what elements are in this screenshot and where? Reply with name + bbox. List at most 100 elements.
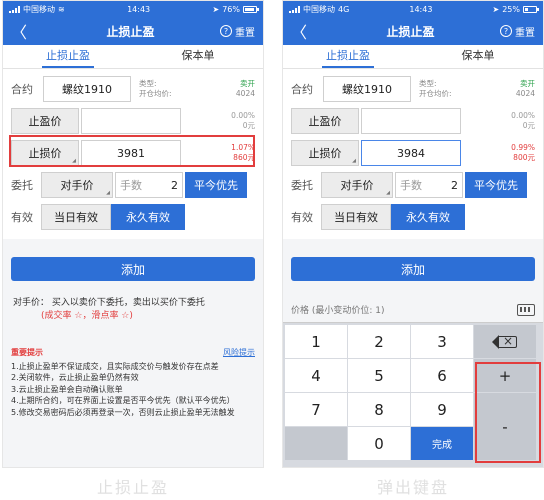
- network-type: 4G: [338, 4, 350, 14]
- backspace-icon: [492, 334, 517, 349]
- delete-key[interactable]: [474, 325, 536, 358]
- status-bar: 中国移动 ≋ 14:43 ➤ 76%: [3, 1, 263, 17]
- take-profit-input[interactable]: [81, 108, 181, 134]
- quantity-input[interactable]: 手数 2: [115, 172, 183, 198]
- reset-button[interactable]: ? 重置: [499, 24, 535, 39]
- take-profit-button[interactable]: 止盈价: [291, 108, 359, 134]
- tab-breakeven-order[interactable]: 保本单: [413, 45, 543, 68]
- tip-item: 2.关闭软件，云止损止盈单仍然有效: [11, 373, 139, 382]
- risk-link[interactable]: 风险提示: [223, 347, 255, 359]
- contract-row: 合约 螺纹1910 类型: 开仓均价: 卖开 4024: [11, 73, 255, 105]
- take-profit-amount: 0元: [522, 121, 535, 130]
- tip-item: 1.止损止盈单不保证成交，且实际成交价与触发价存在点差: [11, 361, 219, 371]
- nav-bar: 〈 止损止盈 ? 重置: [283, 17, 543, 45]
- contract-meta: 类型: 开仓均价: 卖开 4024: [131, 79, 255, 99]
- type-value: 卖开: [240, 79, 255, 88]
- back-button[interactable]: 〈: [291, 19, 321, 43]
- tab-stop-loss-take-profit[interactable]: 止损止盈: [3, 45, 133, 68]
- left-caption: 止损止盈: [96, 478, 169, 497]
- type-label: 类型:: [139, 79, 157, 88]
- stop-loss-highlight: [9, 135, 255, 167]
- battery-percent: 76%: [222, 4, 240, 14]
- take-profit-pct: 0.00%: [511, 111, 535, 120]
- right-caption: 弹出键盘: [376, 478, 449, 497]
- keyboard-hint: 价格 (最小变动价位: 1): [291, 306, 385, 316]
- validity-row: 有效 当日有效 永久有效: [11, 201, 255, 233]
- add-button[interactable]: 添加: [291, 257, 535, 281]
- status-bar: 中国移动 4G 14:43 ➤ 25%: [283, 1, 543, 17]
- key-blank: [285, 427, 347, 460]
- battery-percent: 25%: [502, 4, 520, 14]
- stop-loss-row: 止损价 ◢ 3984 0.99% 800元: [291, 137, 535, 169]
- valid-forever-button[interactable]: 永久有效: [111, 204, 185, 230]
- back-button[interactable]: 〈: [11, 19, 41, 43]
- add-button[interactable]: 添加: [11, 257, 255, 281]
- key-1[interactable]: 1: [285, 325, 347, 358]
- close-today-first-button[interactable]: 平今优先: [465, 172, 527, 198]
- quantity-value: 2: [451, 178, 458, 192]
- take-profit-amount: 0元: [242, 121, 255, 130]
- take-profit-input[interactable]: [361, 108, 461, 134]
- stop-loss-amount: 800元: [513, 153, 535, 162]
- valid-forever-button[interactable]: 永久有效: [391, 204, 465, 230]
- left-phone: 中国移动 ≋ 14:43 ➤ 76% 〈 止损止盈 ? 重置 止损止盈 保本单 …: [2, 0, 264, 468]
- carrier: 中国移动: [23, 4, 55, 14]
- right-phone: 中国移动 4G 14:43 ➤ 25% 〈 止损止盈 ? 重置 止损止盈 保本单: [282, 0, 544, 468]
- validity-label: 有效: [11, 211, 33, 224]
- note-line-1: 对手价： 买入以卖价下委托，卖出以买价下委托: [13, 298, 205, 308]
- note-line-2: (成交率 ☆，滑点率 ☆): [41, 311, 133, 321]
- carrier: 中国移动: [303, 4, 335, 14]
- order-form: 合约 螺纹1910 类型: 开仓均价: 卖开 4024 止盈价 0.00% 0元…: [283, 69, 543, 239]
- corner-triangle-icon: ◢: [386, 190, 390, 196]
- price-type-button[interactable]: 对手价 ◢: [321, 172, 393, 198]
- stop-loss-button[interactable]: 止损价 ◢: [291, 140, 359, 166]
- take-profit-row: 止盈价 0.00% 0元: [291, 105, 535, 137]
- key-5[interactable]: 5: [348, 359, 410, 392]
- signal-icon: [9, 5, 20, 13]
- valid-today-button[interactable]: 当日有效: [41, 204, 111, 230]
- hide-keyboard-icon[interactable]: [517, 303, 535, 316]
- contract-field[interactable]: 螺纹1910: [323, 76, 411, 102]
- key-8[interactable]: 8: [348, 393, 410, 426]
- plus-minus-highlight: [475, 362, 541, 463]
- valid-today-button[interactable]: 当日有效: [321, 204, 391, 230]
- tab-bar: 止损止盈 保本单: [3, 45, 263, 69]
- price-type-label: 对手价: [340, 179, 374, 192]
- key-0[interactable]: 0: [348, 427, 410, 460]
- battery-icon: [523, 5, 539, 13]
- key-9[interactable]: 9: [411, 393, 473, 426]
- take-profit-button[interactable]: 止盈价: [11, 108, 79, 134]
- page-title: 止损止盈: [106, 24, 155, 39]
- quantity-value: 2: [171, 178, 178, 192]
- key-4[interactable]: 4: [285, 359, 347, 392]
- quantity-input[interactable]: 手数 2: [395, 172, 463, 198]
- tab-stop-loss-take-profit[interactable]: 止损止盈: [283, 45, 413, 68]
- key-7[interactable]: 7: [285, 393, 347, 426]
- done-key[interactable]: 完成: [411, 427, 473, 460]
- key-6[interactable]: 6: [411, 359, 473, 392]
- take-profit-row: 止盈价 0.00% 0元: [11, 105, 255, 137]
- help-icon[interactable]: ?: [219, 25, 232, 37]
- price-note: 对手价： 买入以卖价下委托，卖出以买价下委托 (成交率 ☆，滑点率 ☆): [3, 281, 263, 323]
- key-3[interactable]: 3: [411, 325, 473, 358]
- page-title: 止损止盈: [386, 24, 435, 39]
- stop-loss-input[interactable]: 3984: [361, 140, 461, 166]
- tips-title: 重要提示: [11, 348, 43, 357]
- quantity-placeholder: 手数: [400, 179, 422, 192]
- keyboard-bar: 价格 (最小变动价位: 1): [283, 297, 543, 323]
- price-type-button[interactable]: 对手价 ◢: [41, 172, 113, 198]
- key-2[interactable]: 2: [348, 325, 410, 358]
- tip-item: 5.修改交易密码后必须再登录一次，否则云止损止盈单无法触发: [11, 407, 235, 417]
- close-today-first-button[interactable]: 平今优先: [185, 172, 247, 198]
- tip-item: 3.云止损止盈单会自动确认账单: [11, 384, 123, 394]
- tab-breakeven-order[interactable]: 保本单: [133, 45, 263, 68]
- stop-loss-pct: 0.99%: [511, 143, 535, 152]
- contract-field[interactable]: 螺纹1910: [43, 76, 131, 102]
- tab-bar: 止损止盈 保本单: [283, 45, 543, 69]
- type-label: 类型:: [419, 79, 437, 88]
- stop-loss-label: 止损价: [308, 147, 342, 160]
- help-icon[interactable]: ?: [499, 25, 512, 37]
- open-price-value: 4024: [235, 89, 255, 98]
- reset-label: 重置: [514, 27, 535, 39]
- reset-button[interactable]: ? 重置: [219, 24, 255, 39]
